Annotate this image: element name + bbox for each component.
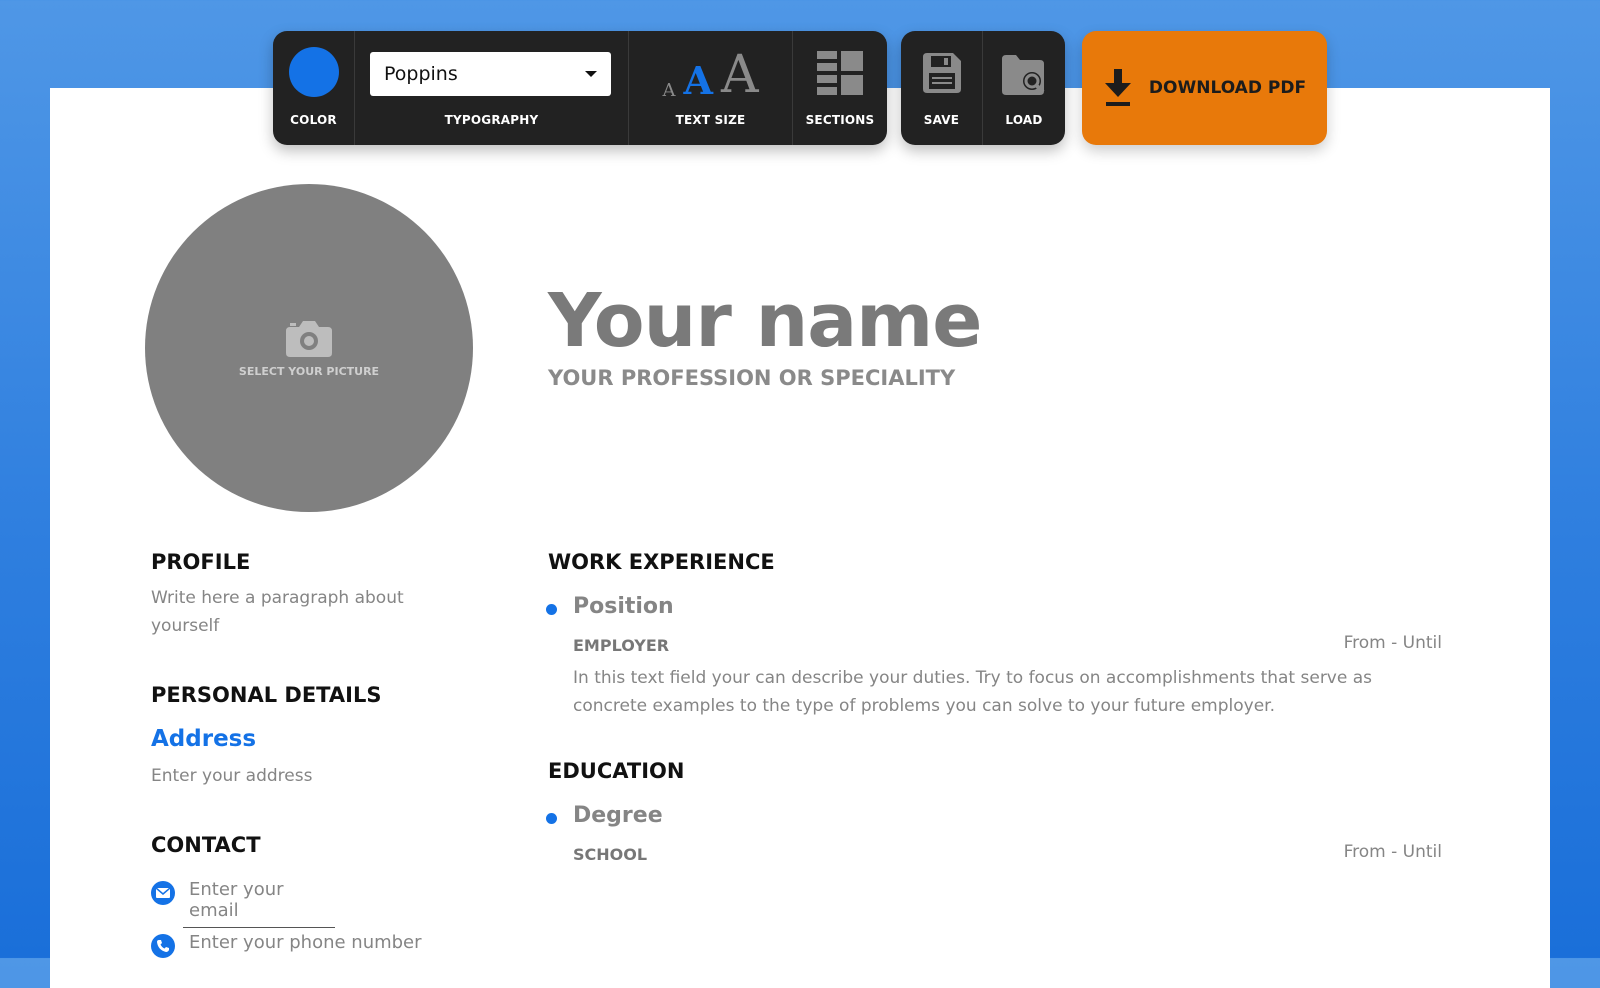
- email-icon: [151, 881, 175, 905]
- profession-input[interactable]: YOUR PROFESSION OR SPECIALITY: [548, 366, 955, 390]
- profile-heading: PROFILE: [151, 550, 251, 574]
- select-picture-label: SELECT YOUR PICTURE: [238, 364, 380, 378]
- work-description[interactable]: In this text field your can describe you…: [573, 664, 1413, 720]
- text-size-medium-icon[interactable]: A: [683, 61, 712, 101]
- phone-icon: [151, 934, 175, 958]
- work-experience-heading: WORK EXPERIENCE: [548, 550, 775, 574]
- personal-details-heading: PERSONAL DETAILS: [151, 683, 382, 707]
- work-dates-input[interactable]: From - Until: [1242, 633, 1442, 653]
- editor-toolbar: COLOR Poppins TYPOGRAPHY A A A TEXT SIZE: [273, 31, 1065, 145]
- typography-control: Poppins TYPOGRAPHY: [355, 31, 629, 145]
- download-icon: [1104, 69, 1131, 106]
- address-input[interactable]: Enter your address: [151, 762, 312, 790]
- folder-search-icon: [1002, 55, 1045, 95]
- text-size-label: TEXT SIZE: [675, 113, 746, 127]
- camera-icon: [286, 320, 332, 357]
- sections-label: SECTIONS: [805, 113, 875, 127]
- load-button[interactable]: LOAD: [983, 31, 1065, 145]
- work-description-line-2: concrete examples to the type of problem…: [573, 696, 1275, 716]
- name-input[interactable]: Your name: [548, 278, 982, 364]
- school-input[interactable]: SCHOOL: [573, 845, 647, 864]
- sections-button[interactable]: SECTIONS: [793, 31, 887, 145]
- download-pdf-button[interactable]: DOWNLOAD PDF: [1082, 31, 1327, 145]
- toolbar-style-group: COLOR Poppins TYPOGRAPHY A A A TEXT SIZE: [273, 31, 887, 145]
- text-size-control: A A A TEXT SIZE: [629, 31, 793, 145]
- email-input[interactable]: Enter your email: [183, 879, 335, 928]
- degree-input[interactable]: Degree: [573, 803, 663, 828]
- education-dates-input[interactable]: From - Until: [1242, 842, 1442, 862]
- font-select[interactable]: Poppins: [370, 52, 611, 96]
- employer-input[interactable]: EMPLOYER: [573, 636, 669, 655]
- save-button[interactable]: SAVE: [901, 31, 983, 145]
- education-bullet: [546, 813, 557, 824]
- color-swatch-icon: [288, 47, 339, 97]
- profile-text-line-1: Write here a paragraph about: [151, 588, 404, 608]
- color-button[interactable]: COLOR: [273, 31, 355, 145]
- floppy-disk-icon: [922, 53, 961, 93]
- profile-text[interactable]: Write here a paragraph about yourself: [151, 584, 404, 640]
- text-size-large-icon[interactable]: A: [721, 49, 759, 101]
- typography-label: TYPOGRAPHY: [444, 113, 539, 127]
- color-label: COLOR: [290, 113, 337, 127]
- phone-input[interactable]: Enter your phone number: [183, 932, 428, 959]
- text-size-small-icon[interactable]: A: [662, 81, 675, 101]
- save-label: SAVE: [923, 113, 960, 127]
- contact-heading: CONTACT: [151, 833, 261, 857]
- work-description-line-1: In this text field your can describe you…: [573, 668, 1372, 688]
- font-select-value: Poppins: [384, 63, 458, 85]
- address-title[interactable]: Address: [151, 726, 256, 752]
- chevron-down-icon: [585, 71, 597, 77]
- load-label: LOAD: [1005, 113, 1043, 127]
- download-pdf-label: DOWNLOAD PDF: [1148, 78, 1307, 98]
- position-input[interactable]: Position: [573, 594, 674, 619]
- select-picture-button[interactable]: SELECT YOUR PICTURE: [145, 184, 473, 512]
- education-heading: EDUCATION: [548, 759, 685, 783]
- work-bullet: [546, 604, 557, 615]
- toolbar-file-group: SAVE LOAD: [901, 31, 1065, 145]
- sections-icon: [817, 51, 863, 95]
- profile-text-line-2: yourself: [151, 616, 220, 636]
